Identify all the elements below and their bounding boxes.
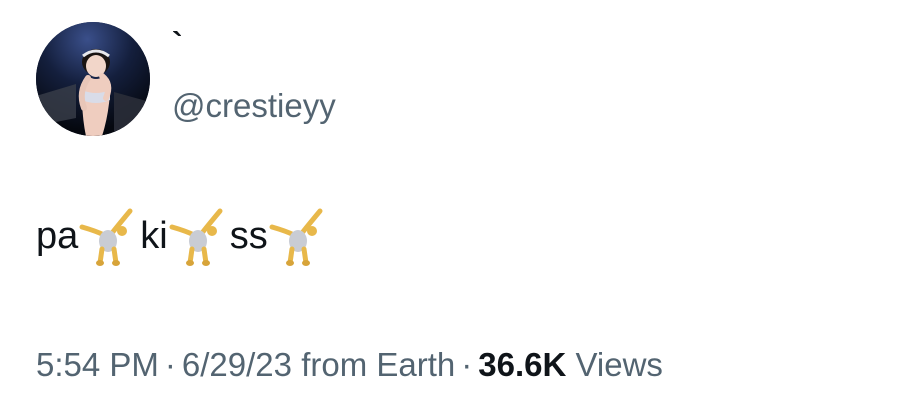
profile-photo-icon: [36, 22, 150, 136]
avatar[interactable]: [36, 22, 150, 136]
tweet-card: ` @crestieyy pa ki ss 5:54 PM · 6/29/23 …: [0, 0, 924, 416]
user-handle[interactable]: @crestieyy: [172, 86, 336, 126]
tweet-source: from Earth: [301, 346, 456, 383]
views-count: 36.6K: [478, 346, 567, 383]
tweet-text-segment: pa: [36, 215, 79, 257]
tweet-text-segment: ki: [140, 215, 168, 257]
cartwheel-emoji-icon: [268, 205, 326, 267]
separator-dot: ·: [461, 346, 473, 383]
cartwheel-emoji-icon: [78, 205, 136, 267]
tweet-meta: 5:54 PM · 6/29/23 from Earth · 36.6K Views: [36, 343, 663, 387]
tweet-timestamp[interactable]: 5:54 PM · 6/29/23: [36, 346, 292, 383]
cartwheel-emoji-icon: [168, 205, 226, 267]
tweet-text-segment: ss: [229, 215, 268, 257]
tweet-text: pa ki ss: [36, 200, 330, 272]
tweet-time: 5:54 PM: [36, 346, 159, 383]
separator-dot: ·: [164, 346, 176, 383]
views-label: Views: [575, 346, 663, 383]
display-name[interactable]: `: [172, 28, 183, 60]
tweet-date: 6/29/23: [181, 346, 293, 383]
